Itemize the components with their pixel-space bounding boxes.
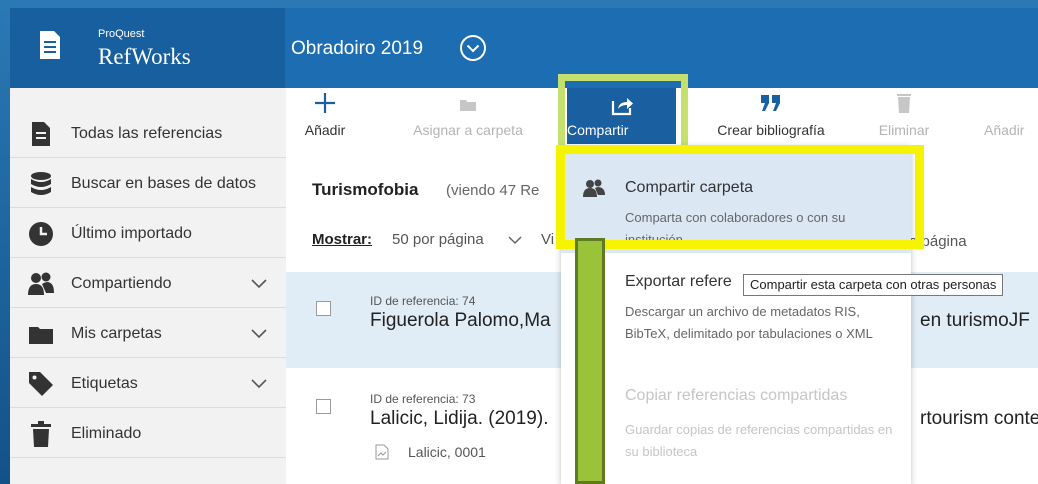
trash-icon bbox=[897, 94, 911, 113]
reference-id: ID de referencia: 74 bbox=[370, 294, 476, 308]
reference-title-tail[interactable]: rtourism conte bbox=[920, 408, 1038, 430]
brand-area[interactable]: ProQuest RefWorks bbox=[10, 8, 285, 88]
add-to-button[interactable]: Añadir bbox=[984, 88, 1038, 150]
row-checkbox[interactable] bbox=[316, 399, 331, 414]
share-icon bbox=[611, 98, 633, 116]
attachment-name[interactable]: Lalicic, 0001 bbox=[408, 444, 486, 460]
per-page-select[interactable]: 50 por página bbox=[392, 231, 484, 248]
clock-icon bbox=[29, 222, 53, 246]
annotation-bar bbox=[575, 238, 605, 484]
brand-refworks: RefWorks bbox=[98, 44, 191, 69]
view-option[interactable]: Vi bbox=[541, 231, 554, 248]
menu-item-title: Copiar referencias compartidas bbox=[625, 387, 848, 404]
file-icon bbox=[375, 444, 389, 460]
share-dropdown-menu: Compartir carpeta Comparta con colaborad… bbox=[561, 145, 911, 484]
trash-icon bbox=[31, 421, 51, 447]
people-icon bbox=[583, 179, 605, 197]
document-icon bbox=[32, 122, 50, 146]
sidebar: Todas las referencias Buscar en bases de… bbox=[10, 88, 286, 484]
assign-folder-button[interactable]: Asignar a carpeta bbox=[398, 88, 538, 150]
menu-item-description: Descargar un archivo de metadatos RIS, B… bbox=[625, 304, 873, 341]
reference-id: ID de referencia: 73 bbox=[370, 392, 476, 406]
show-label: Mostrar: bbox=[312, 231, 373, 248]
delete-button[interactable]: Eliminar bbox=[872, 88, 936, 150]
reference-title[interactable]: Lalicic, Lidija. (2019). bbox=[370, 408, 548, 430]
delete-label: Eliminar bbox=[878, 122, 930, 138]
sidebar-item-all-references[interactable]: Todas las referencias bbox=[10, 108, 286, 158]
document-icon bbox=[40, 31, 60, 59]
assign-folder-label: Asignar a carpeta bbox=[413, 122, 523, 138]
menu-item-description: Comparta con colaboradores o con su inst… bbox=[625, 210, 846, 247]
menu-item-title: Compartir carpeta bbox=[625, 179, 754, 196]
menu-item-title: Exportar refere bbox=[625, 273, 732, 290]
folder-count: (viendo 47 Re bbox=[446, 182, 540, 199]
sidebar-item-label: Mis carpetas bbox=[71, 325, 162, 342]
top-bar: ProQuest RefWorks Obradoiro 2019 bbox=[10, 8, 1038, 88]
sidebar-item-label: Etiquetas bbox=[71, 375, 138, 392]
share-button[interactable]: Compartir bbox=[567, 88, 676, 144]
folder-title: Turismofobia bbox=[312, 180, 419, 199]
reference-title[interactable]: Figuerola Palomo,Ma bbox=[370, 310, 551, 332]
people-icon bbox=[28, 272, 54, 295]
reference-title-tail[interactable]: en turismoJF bbox=[920, 310, 1030, 332]
quote-icon bbox=[761, 95, 780, 111]
menu-item-export-references[interactable]: Exportar refere Descargar un archivo de … bbox=[561, 253, 911, 375]
sidebar-item-deleted[interactable]: Eliminado bbox=[10, 408, 286, 458]
row-checkbox[interactable] bbox=[316, 301, 331, 316]
menu-item-copy-shared-references[interactable]: Copiar referencias compartidas Guardar c… bbox=[561, 375, 911, 484]
database-icon bbox=[31, 172, 51, 195]
plus-icon bbox=[315, 93, 335, 113]
tag-icon bbox=[29, 372, 53, 396]
add-button[interactable]: Añadir bbox=[300, 88, 350, 150]
tooltip: Compartir esta carpeta con otras persona… bbox=[743, 274, 1004, 296]
brand-proquest: ProQuest bbox=[98, 28, 145, 40]
sidebar-item-label: Compartiendo bbox=[71, 275, 172, 292]
sidebar-item-tags[interactable]: Etiquetas bbox=[10, 358, 286, 408]
add-to-label: Añadir bbox=[984, 122, 1025, 138]
sidebar-item-label: Buscar en bases de datos bbox=[71, 175, 257, 192]
chevron-down-circle-icon[interactable] bbox=[458, 33, 488, 63]
sidebar-item-last-imported[interactable]: Último importado bbox=[10, 208, 286, 258]
per-page-text: a página bbox=[909, 233, 967, 250]
chevron-down-icon[interactable] bbox=[250, 324, 268, 342]
sidebar-item-my-folders[interactable]: Mis carpetas bbox=[10, 308, 286, 358]
sidebar-item-label: Último importado bbox=[71, 225, 192, 242]
sidebar-item-label: Eliminado bbox=[71, 425, 142, 442]
chevron-down-icon[interactable] bbox=[508, 234, 522, 246]
menu-item-share-folder[interactable]: Compartir carpeta Comparta con colaborad… bbox=[561, 145, 911, 253]
sidebar-item-sharing[interactable]: Compartiendo bbox=[10, 258, 286, 308]
create-bibliography-label: Crear bibliografía bbox=[717, 122, 825, 138]
folder-icon bbox=[460, 100, 476, 111]
share-button-label: Compartir bbox=[567, 122, 629, 138]
sidebar-item-search-databases[interactable]: Buscar en bases de datos bbox=[10, 158, 286, 208]
add-button-label: Añadir bbox=[304, 122, 346, 138]
folder-icon bbox=[29, 327, 53, 344]
chevron-down-icon[interactable] bbox=[250, 374, 268, 392]
create-bibliography-button[interactable]: Crear bibliografía bbox=[696, 88, 846, 150]
project-name[interactable]: Obradoiro 2019 bbox=[291, 38, 423, 60]
menu-item-description: Guardar copias de referencias compartida… bbox=[625, 422, 893, 459]
chevron-down-icon[interactable] bbox=[250, 274, 268, 292]
sidebar-item-label: Todas las referencias bbox=[71, 125, 223, 142]
